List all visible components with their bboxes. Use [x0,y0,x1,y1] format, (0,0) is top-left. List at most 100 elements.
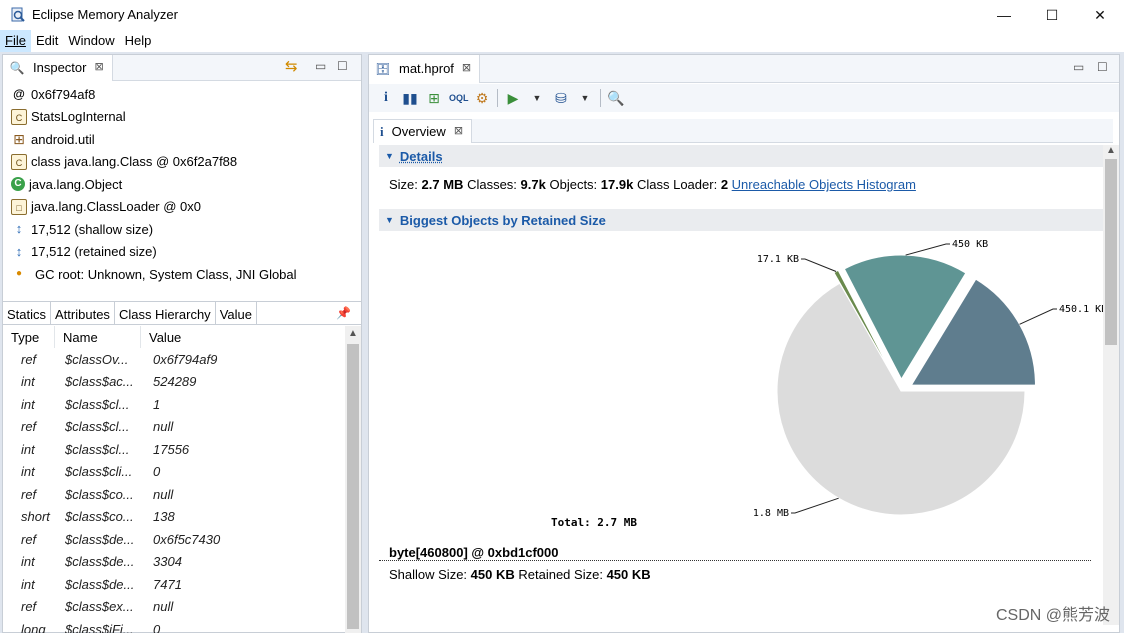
cell-name: $class$cli... [65,464,133,480]
pin-icon[interactable]: 📌 [336,306,351,320]
unreachable-histogram-link[interactable]: Unreachable Objects Histogram [732,177,916,192]
slice-label: 450.1 KB [1059,304,1104,315]
histogram-icon[interactable]: ▮▮ [401,90,419,107]
at-icon: @ [13,87,25,102]
cell-value: null [153,486,174,502]
cell-value: 0 [153,621,161,633]
editor-tab[interactable]: 🗄 mat.hprof ⊠ [369,55,481,83]
heap-dump-icon: 🗄 [375,62,391,76]
inspector-panel: 🔍 Inspector ⊠ ⇆ ▭ ☐ @0x6f794af8 C StatsLo… [2,54,362,633]
table-row[interactable]: int $class$de... 3304 [3,551,343,574]
biggest-objects-section-header[interactable]: ▼ Biggest Objects by Retained Size [379,209,1104,231]
cell-name: $class$cl... [65,441,130,457]
collapse-icon[interactable]: ▼ [385,151,394,161]
list-item[interactable]: □ java.lang.ClassLoader @ 0x0 [3,196,361,219]
tab-attributes[interactable]: Attributes [51,302,115,324]
tab-value[interactable]: Value [216,302,257,324]
inspector-tab[interactable]: 🔍 Inspector ⊠ [3,55,113,81]
table-row[interactable]: int $class$cl... 1 [3,393,343,416]
overview-content: ▼ Details Size: 2.7 MB Classes: 9.7k Obj… [379,145,1104,625]
cell-name: $class$co... [65,509,134,525]
minimize-view-icon[interactable]: ▭ [1073,60,1084,74]
table-row[interactable]: int $class$de... 7471 [3,573,343,596]
scroll-up-icon[interactable]: ▲ [345,328,361,339]
menu-file[interactable]: File [0,30,31,52]
table-row[interactable]: ref $class$co... null [3,483,343,506]
table-row[interactable]: short $class$co... 138 [3,506,343,529]
cell-type: ref [21,531,37,547]
list-item[interactable]: Cjava.lang.Object [3,173,361,196]
tab-statics[interactable]: Statics [3,302,52,324]
slice-label: 450 KB [952,239,988,250]
details-section-header[interactable]: ▼ Details [379,145,1104,167]
tab-overview[interactable]: i Overview ⊠ [373,119,473,143]
dominator-tree-icon[interactable]: ⊞ [425,90,443,107]
cell-value: null [153,419,174,435]
minimize-view-icon[interactable]: ▭ [315,59,326,73]
cell-type: ref [21,599,37,615]
menu-window[interactable]: Window [63,30,119,52]
cell-value: 1 [153,396,161,412]
table-row[interactable]: ref $class$de... 0x6f5c7430 [3,528,343,551]
slice-label: 1.8 MB [753,508,789,519]
biggest-objects-pie-chart[interactable]: 450.1 KB 450 KB 17.1 KB 1.8 MB Total: 2.7 M… [379,231,1104,541]
menu-help[interactable]: Help [120,30,157,52]
run-report-icon[interactable]: ▶ [504,90,522,107]
maximize-view-icon[interactable]: ☐ [337,59,348,73]
table-row[interactable]: long $class$iFi... 0 [3,618,343,633]
query-browser-icon[interactable]: ⛁ [552,90,570,107]
cell-value: 17556 [153,441,190,457]
list-item[interactable]: Cclass java.lang.Class @ 0x6f2a7f88 [3,151,361,174]
close-tab-icon[interactable]: ⊠ [94,60,103,73]
oql-icon[interactable]: OQL [449,93,469,103]
cell-value: 0x6f794af9 [153,351,218,367]
tab-class-hierarchy[interactable]: Class Hierarchy [115,302,216,324]
scrollbar-thumb[interactable] [1105,159,1117,345]
close-tab-icon[interactable]: ⊠ [462,61,471,83]
table-row[interactable]: int $class$ac... 524289 [3,371,343,394]
editor-tabbar: 🗄 mat.hprof ⊠ ▭ ☐ [369,55,1119,83]
editor-toolbar: i ▮▮ ⊞ OQL ⚙ ▶ ▼ ⛁ ▼ 🔍 [369,84,1119,112]
cell-value: 0 [153,464,161,480]
list-item[interactable]: ↕ 17,512 (retained size) [3,241,361,264]
column-header-name[interactable]: Name [55,326,141,348]
column-header-value[interactable]: Value [141,326,341,348]
maximize-view-icon[interactable]: ☐ [1097,60,1108,74]
overview-scrollbar[interactable]: ▲ [1103,145,1119,625]
menu-edit[interactable]: Edit [31,30,63,52]
dropdown-icon[interactable]: ▼ [528,93,546,103]
dropdown-icon[interactable]: ▼ [576,93,594,103]
maximize-button[interactable]: ☐ [1028,0,1076,30]
table-row[interactable]: ref $class$ex... null [3,596,343,619]
biggest-object-row[interactable]: byte[460800] @ 0xbd1cf000 [379,545,1091,561]
scroll-up-icon[interactable]: ▲ [1103,145,1119,156]
gc-root-icon: ● [15,268,23,280]
table-row[interactable]: ref $classOv... 0x6f794af9 [3,348,343,371]
link-selection-icon[interactable]: ⇆ [285,57,298,75]
toolbar-separator [497,89,498,107]
collapse-icon[interactable]: ▼ [385,215,394,225]
table-row[interactable]: int $class$cli... 0 [3,461,343,484]
table-row[interactable]: int $class$cl... 17556 [3,438,343,461]
list-item[interactable]: ↕ 17,512 (shallow size) [3,218,361,241]
cell-type: ref [21,486,37,502]
slice-leader-line [1019,308,1057,325]
list-item[interactable]: C StatsLogInternal [3,106,361,129]
list-item[interactable]: ● GC root: Unknown, System Class, JNI Glo… [3,263,361,286]
thread-overview-icon[interactable]: ⚙ [473,90,491,107]
table-row[interactable]: ref $class$cl... null [3,416,343,439]
minimize-button[interactable]: — [980,0,1028,30]
statics-scrollbar[interactable]: ▲ [345,326,361,633]
list-item[interactable]: @0x6f794af8 [3,83,361,106]
cell-value: 138 [153,509,175,525]
column-header-type[interactable]: Type [3,326,55,348]
cell-name: $class$de... [65,554,135,570]
overview-icon[interactable]: i [377,90,395,106]
close-tab-icon[interactable]: ⊠ [454,124,463,143]
search-icon[interactable]: 🔍 [607,90,625,107]
close-button[interactable]: ✕ [1076,0,1124,30]
list-item[interactable]: ⊞ android.util [3,128,361,151]
chart-total-label: Total: 2.7 MB [551,516,637,529]
scrollbar-thumb[interactable] [347,344,359,629]
statics-table: Type Name Value ref $classOv... 0x6f794af9… [3,326,343,633]
